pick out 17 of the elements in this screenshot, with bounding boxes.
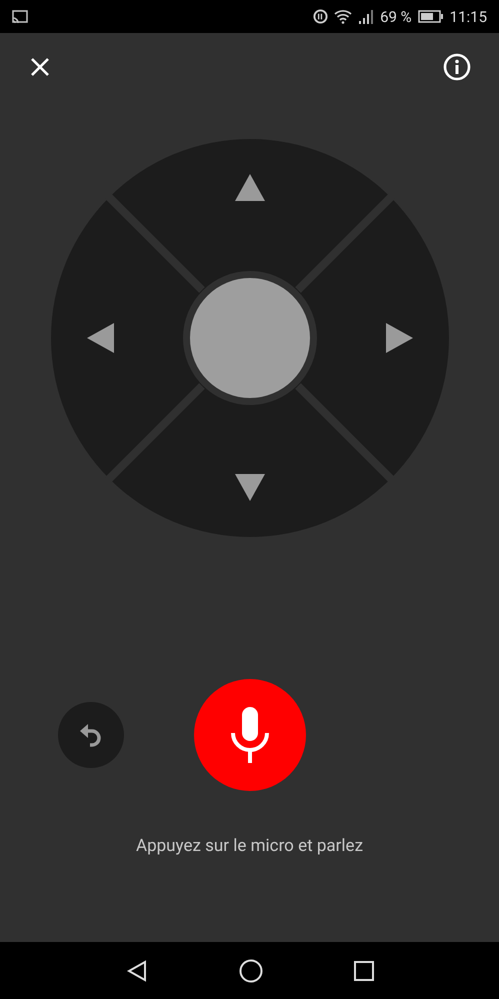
microphone-icon — [230, 707, 270, 763]
wifi-icon — [334, 9, 352, 24]
battery-icon — [418, 10, 444, 23]
signal-icon — [358, 9, 374, 24]
clock-time: 11:15 — [450, 8, 487, 26]
close-icon — [30, 56, 50, 76]
close-button[interactable] — [30, 56, 50, 76]
back-nav-icon[interactable] — [126, 960, 148, 982]
select-button[interactable] — [190, 278, 310, 398]
battery-percent: 69 % — [380, 8, 412, 26]
cast-icon — [12, 10, 28, 24]
hint-text: Appuyez sur le micro et parlez — [136, 836, 364, 856]
home-icon[interactable] — [238, 958, 262, 982]
info-icon — [443, 52, 471, 80]
data-saver-icon — [313, 9, 328, 24]
info-button[interactable] — [443, 52, 471, 80]
recents-icon[interactable] — [354, 960, 374, 980]
